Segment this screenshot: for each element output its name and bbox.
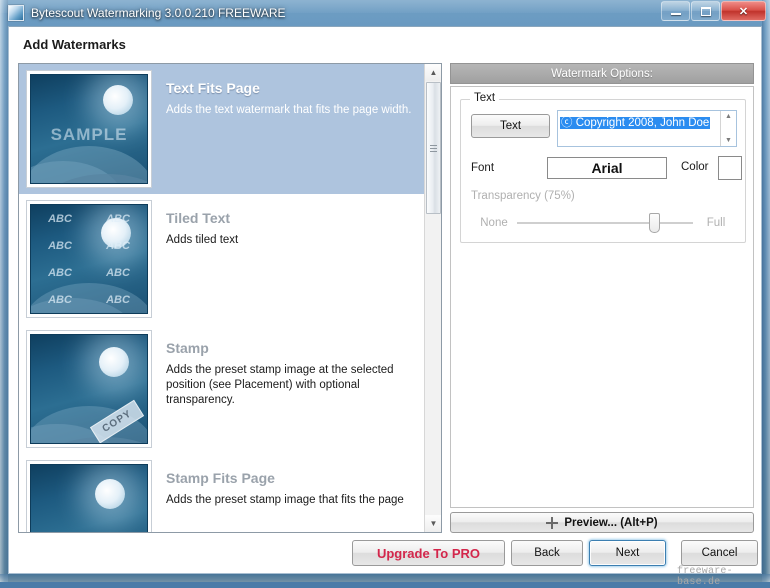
window-title: Bytescout Watermarking 3.0.0.210 FREEWAR…: [31, 6, 286, 20]
maximize-icon: [700, 6, 711, 16]
list-item-body: Stamp Adds the preset stamp image at the…: [152, 330, 425, 454]
window-left-border: [0, 0, 8, 582]
cancel-button[interactable]: Cancel: [681, 540, 758, 566]
upgrade-to-pro-button[interactable]: Upgrade To PRO: [352, 540, 505, 566]
window-controls: ✕: [661, 1, 766, 21]
color-label: Color: [681, 161, 709, 173]
move-icon: [546, 516, 559, 529]
app-window: Bytescout Watermarking 3.0.0.210 FREEWAR…: [0, 0, 770, 588]
font-label: Font: [471, 162, 495, 174]
tiled-abc-thumb: ABC ABC ABC ABC ABC ABC ABC ABC: [26, 200, 152, 318]
copy-stamp-thumb: COPY: [26, 330, 152, 448]
freeware-credit-watermark: freeware-base.de: [677, 566, 733, 588]
transparency-track[interactable]: [517, 213, 693, 233]
thumb-tile-text: ABC: [106, 239, 130, 252]
text-spinner[interactable]: ▲ ▼: [720, 111, 736, 146]
window-bottom-border: [0, 574, 770, 582]
list-item-title: Text Fits Page: [166, 80, 260, 96]
spin-down-icon[interactable]: ▼: [725, 137, 732, 144]
list-item[interactable]: Stamp Fits Page Adds the preset stamp im…: [19, 454, 425, 532]
thumb-tile-text: ABC: [48, 239, 72, 252]
watermark-options-body: Text Text ⓒ Copyright 2008, John Doe ▲ ▼: [450, 86, 754, 508]
font-button[interactable]: Arial: [547, 157, 667, 179]
list-item[interactable]: COPY Stamp Adds the preset stamp image a…: [19, 324, 425, 454]
transparency-min-label: None: [480, 217, 508, 229]
list-item-title: Tiled Text: [166, 210, 231, 226]
maximize-button[interactable]: [691, 1, 720, 21]
thumb-tile-text: ABC: [106, 266, 130, 279]
thumb-tile-text: ABC: [48, 266, 72, 279]
transparency-slider[interactable]: None Full: [471, 212, 739, 234]
transparency-max-label: Full: [706, 217, 726, 229]
thumb-tile-text: ABC: [106, 293, 130, 306]
text-options-group: Text Text ⓒ Copyright 2008, John Doe ▲ ▼: [460, 92, 746, 243]
list-item-description: Adds tiled text: [166, 234, 239, 246]
list-item-title: Stamp Fits Page: [166, 470, 275, 486]
page-title: Add Watermarks: [23, 37, 126, 52]
list-item-body: Stamp Fits Page Adds the preset stamp im…: [152, 460, 414, 532]
list-item-description: Adds the preset stamp image that fits th…: [166, 494, 404, 506]
list-item-description: Adds the preset stamp image at the selec…: [166, 364, 394, 406]
text-group-legend: Text: [470, 92, 500, 104]
list-item[interactable]: SAMPLE Text Fits Page Adds the text wate…: [19, 64, 425, 194]
close-button[interactable]: ✕: [721, 1, 766, 21]
text-row: Text: [471, 114, 550, 138]
thumb-tile-text: ABC: [48, 293, 72, 306]
thumb-watermark-text: SAMPLE: [50, 124, 128, 144]
app-window-icon: [8, 5, 24, 21]
watermark-list-viewport: SAMPLE Text Fits Page Adds the text wate…: [19, 64, 425, 532]
minimize-button[interactable]: [661, 1, 690, 21]
preview-button[interactable]: Preview... (Alt+P): [450, 512, 754, 533]
color-swatch-button[interactable]: [718, 156, 742, 180]
watermark-text-value: ⓒ Copyright 2008, John Doe: [560, 117, 711, 129]
list-item-body: Tiled Text Adds tiled text: [152, 200, 248, 324]
preview-button-label: Preview... (Alt+P): [564, 516, 658, 529]
thumb-tile-text: ABC: [48, 212, 72, 225]
minimize-icon: [670, 13, 681, 15]
list-scrollbar[interactable]: ▲ ▼: [424, 64, 441, 532]
list-item-description: Adds the text watermark that fits the pa…: [166, 104, 412, 116]
transparency-label: Transparency (75%): [471, 190, 575, 202]
transparency-thumb[interactable]: [649, 213, 660, 233]
scroll-up-button[interactable]: ▲: [425, 64, 441, 81]
watermark-text-content[interactable]: ⓒ Copyright 2008, John Doe: [558, 111, 720, 146]
next-button[interactable]: Next: [589, 540, 666, 566]
stamp-fits-page-thumb: [26, 460, 152, 532]
sample-landscape-thumb: SAMPLE: [26, 70, 152, 188]
watermark-text-input[interactable]: ⓒ Copyright 2008, John Doe ▲ ▼: [557, 110, 737, 147]
watermark-options-header: Watermark Options:: [450, 63, 754, 84]
text-button[interactable]: Text: [471, 114, 550, 138]
window-right-border: [762, 0, 770, 582]
spin-up-icon[interactable]: ▲: [725, 113, 732, 120]
client-area: Add Watermarks SAMPLE Text Fits Page Add…: [8, 26, 763, 588]
dialog-button-bar: Upgrade To PRO Back Next Cancel freeware…: [9, 540, 763, 588]
watermark-options-panel: Watermark Options: Text Text ⓒ Copyright…: [450, 63, 754, 533]
list-item[interactable]: ABC ABC ABC ABC ABC ABC ABC ABC Tiled Te…: [19, 194, 425, 324]
thumb-tile-text: ABC: [106, 212, 130, 225]
list-item-title: Stamp: [166, 340, 209, 356]
scrollbar-grip-icon: [430, 144, 437, 152]
back-button[interactable]: Back: [511, 540, 583, 566]
watermark-type-list[interactable]: SAMPLE Text Fits Page Adds the text wate…: [18, 63, 442, 533]
scrollbar-thumb[interactable]: [426, 82, 441, 214]
scroll-down-button[interactable]: ▼: [425, 515, 441, 532]
list-item-body: Text Fits Page Adds the text watermark t…: [152, 70, 421, 194]
title-bar[interactable]: Bytescout Watermarking 3.0.0.210 FREEWAR…: [0, 0, 770, 26]
